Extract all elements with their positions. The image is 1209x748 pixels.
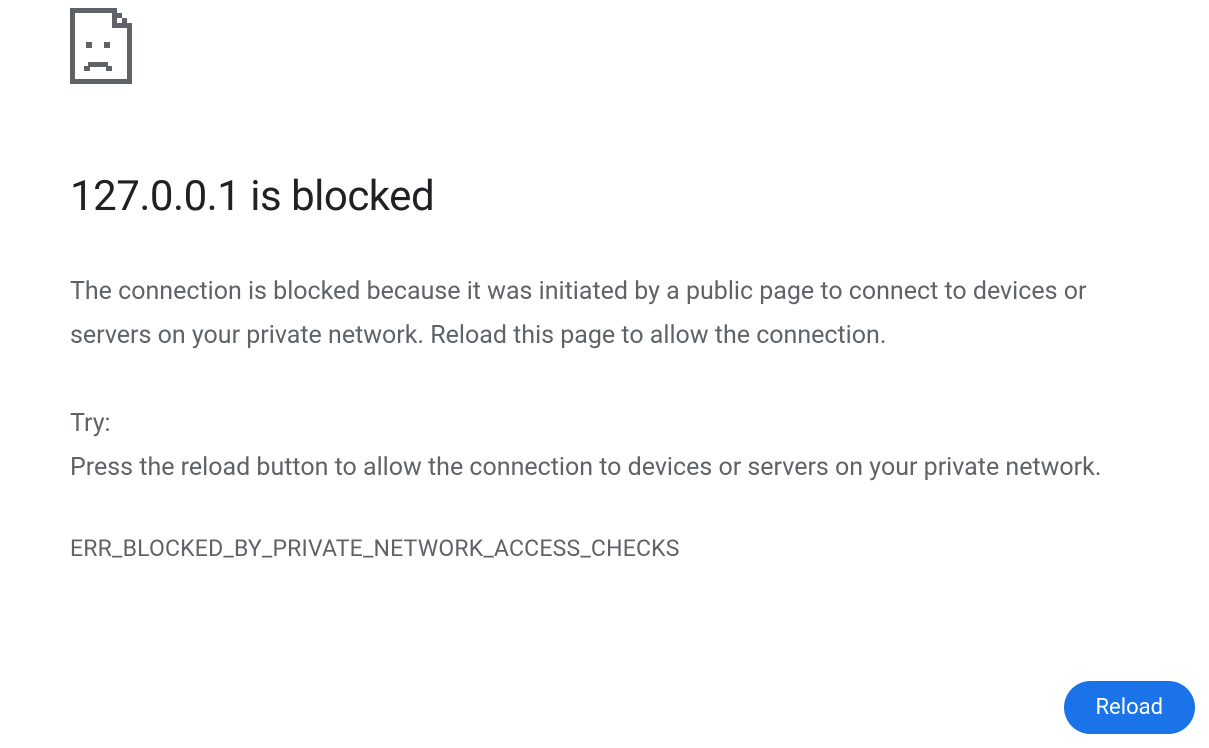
try-label: Try: xyxy=(70,402,1139,447)
try-suggestion: Press the reload button to allow the con… xyxy=(70,446,1139,491)
sad-file-icon xyxy=(70,8,132,84)
error-code: ERR_BLOCKED_BY_PRIVATE_NETWORK_ACCESS_CH… xyxy=(70,535,1139,562)
error-description: The connection is blocked because it was… xyxy=(70,270,1139,358)
error-icon-container xyxy=(70,8,1139,84)
error-page-content: 127.0.0.1 is blocked The connection is b… xyxy=(0,0,1209,562)
error-title: 127.0.0.1 is blocked xyxy=(70,172,1139,222)
reload-button[interactable]: Reload xyxy=(1064,681,1196,734)
error-suggestions: Try: Press the reload button to allow th… xyxy=(70,402,1139,491)
